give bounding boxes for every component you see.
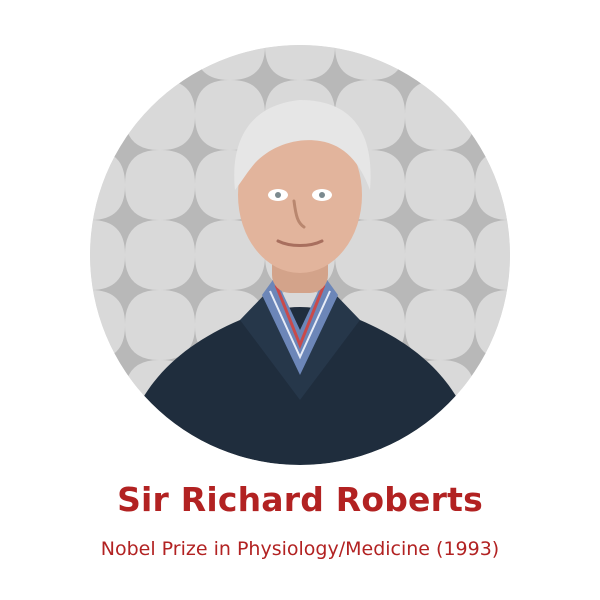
pattern-star <box>441 396 509 464</box>
pattern-star <box>91 396 159 464</box>
right-pupil <box>319 192 325 198</box>
pattern-star <box>91 46 159 114</box>
portrait-photo <box>90 45 510 465</box>
left-pupil <box>275 192 281 198</box>
person-name: Sir Richard Roberts <box>117 480 483 519</box>
award-subtitle: Nobel Prize in Physiology/Medicine (1993… <box>100 538 500 560</box>
pattern-star <box>441 46 509 114</box>
person-portrait-icon <box>90 45 510 465</box>
profile-card: Sir Richard Roberts Nobel Prize in Physi… <box>0 0 600 600</box>
